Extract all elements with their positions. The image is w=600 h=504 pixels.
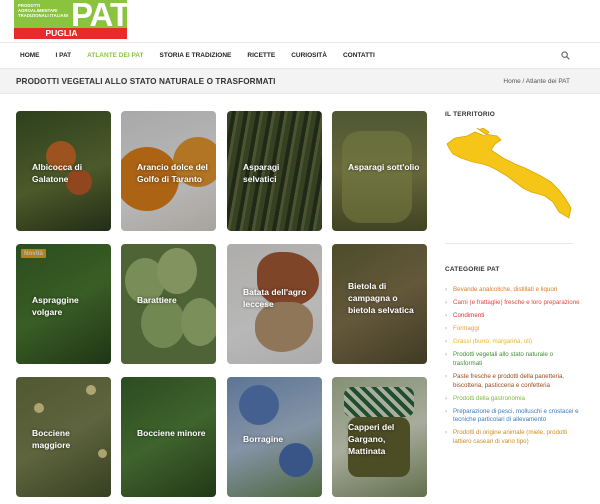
nav-item-curiosita[interactable]: CURIOSITÀ (283, 43, 335, 69)
product-tile[interactable]: Bietola di campagna o bietola selvatica (332, 244, 427, 364)
category-link[interactable]: Preparazione di pesci, molluschi e crost… (445, 408, 580, 425)
product-name: Batata dell'agro leccese (243, 287, 307, 309)
product-tile[interactable]: Borragine (227, 377, 322, 497)
logo-green-block: PRODOTTI AGROALIMENTARI TRADIZIONALI ITA… (14, 0, 130, 33)
product-name: Asparagi sott'olio (348, 162, 420, 172)
product-tile[interactable]: Asparagi sott'olio (332, 111, 427, 231)
product-name: Asparagi selvatici (243, 162, 280, 184)
puglia-region-shape (446, 128, 572, 219)
nav-item-atlante[interactable]: ATLANTE DEI PAT (79, 43, 151, 69)
logo-subtitle: PRODOTTI AGROALIMENTARI TRADIZIONALI ITA… (18, 3, 69, 18)
category-link[interactable]: Bevande analcoliche, distillati e liquor… (445, 286, 580, 295)
product-name: Bocciene maggiore (32, 428, 71, 450)
product-name: Aspraggine volgare (32, 295, 79, 317)
category-link[interactable]: Formaggi (445, 325, 580, 334)
breadcrumb: Home / Atlante dei PAT (503, 69, 570, 94)
product-tile[interactable]: Capperi del Gargano, Mattinata (332, 377, 427, 497)
category-list: Bevande analcoliche, distillati e liquor… (445, 286, 580, 451)
logo-region: PUGLIA (45, 28, 78, 38)
product-tile[interactable]: Asparagi selvatici (227, 111, 322, 231)
nav-item-ricette[interactable]: RICETTE (239, 43, 283, 69)
logo-region-bar: PUGLIA (14, 28, 127, 39)
product-tile[interactable]: Bocciene minore (121, 377, 216, 497)
puglia-map[interactable] (445, 128, 573, 220)
product-tile[interactable]: Bocciene maggiore (16, 377, 111, 497)
nav-item-storia[interactable]: STORIA E TRADIZIONE (152, 43, 240, 69)
product-name: Albicocca di Galatone (32, 162, 83, 184)
category-link[interactable]: Prodotti vegetali allo stato naturale o … (445, 351, 580, 368)
product-tile[interactable]: Arancio dolce del Golfo di Taranto (121, 111, 216, 231)
category-link[interactable]: Prodotti della gastronomia (445, 395, 580, 404)
product-tile[interactable]: Novità Aspraggine volgare (16, 244, 111, 364)
product-name: Borragine (243, 434, 284, 444)
nav-menu: HOME I PAT ATLANTE DEI PAT STORIA E TRAD… (12, 43, 383, 69)
category-link[interactable]: Prodotti di origine animale (miele, prod… (445, 429, 580, 446)
nav-item-contatti[interactable]: CONTATTI (335, 43, 383, 69)
nav-item-i-pat[interactable]: I PAT (48, 43, 80, 69)
site-header: PRODOTTI AGROALIMENTARI TRADIZIONALI ITA… (0, 0, 600, 42)
site-logo[interactable]: PRODOTTI AGROALIMENTARI TRADIZIONALI ITA… (14, 0, 130, 39)
product-tile[interactable]: Batata dell'agro leccese (227, 244, 322, 364)
product-name: Bietola di campagna o bietola selvatica (348, 281, 414, 315)
product-name: Capperi del Gargano, Mattinata (348, 422, 395, 456)
main-nav: HOME I PAT ATLANTE DEI PAT STORIA E TRAD… (0, 42, 600, 68)
product-tile[interactable]: Albicocca di Galatone (16, 111, 111, 231)
search-icon[interactable] (561, 51, 570, 60)
page-title: PRODOTTI VEGETALI ALLO STATO NATURALE O … (16, 77, 276, 86)
page-title-bar: PRODOTTI VEGETALI ALLO STATO NATURALE O … (0, 68, 600, 94)
category-link[interactable]: Carni (e frattaglie) fresche e loro prep… (445, 299, 580, 308)
territory-heading: IL TERRITORIO (445, 111, 496, 118)
category-link[interactable]: Condimenti (445, 312, 580, 321)
product-name: Barattiere (137, 295, 177, 305)
nav-item-home[interactable]: HOME (12, 43, 48, 69)
breadcrumb-current: Atlante dei PAT (525, 78, 570, 85)
product-name: Arancio dolce del Golfo di Taranto (137, 162, 208, 184)
breadcrumb-home[interactable]: Home (503, 78, 520, 85)
sidebar-divider (445, 243, 573, 244)
product-tile[interactable]: Barattiere (121, 244, 216, 364)
product-name: Bocciene minore (137, 428, 206, 438)
category-link[interactable]: Grassi (burro, margarina, oli) (445, 338, 580, 347)
category-link[interactable]: Paste fresche e prodotti della panetteri… (445, 373, 580, 390)
categories-heading: CATEGORIE PAT (445, 266, 500, 273)
